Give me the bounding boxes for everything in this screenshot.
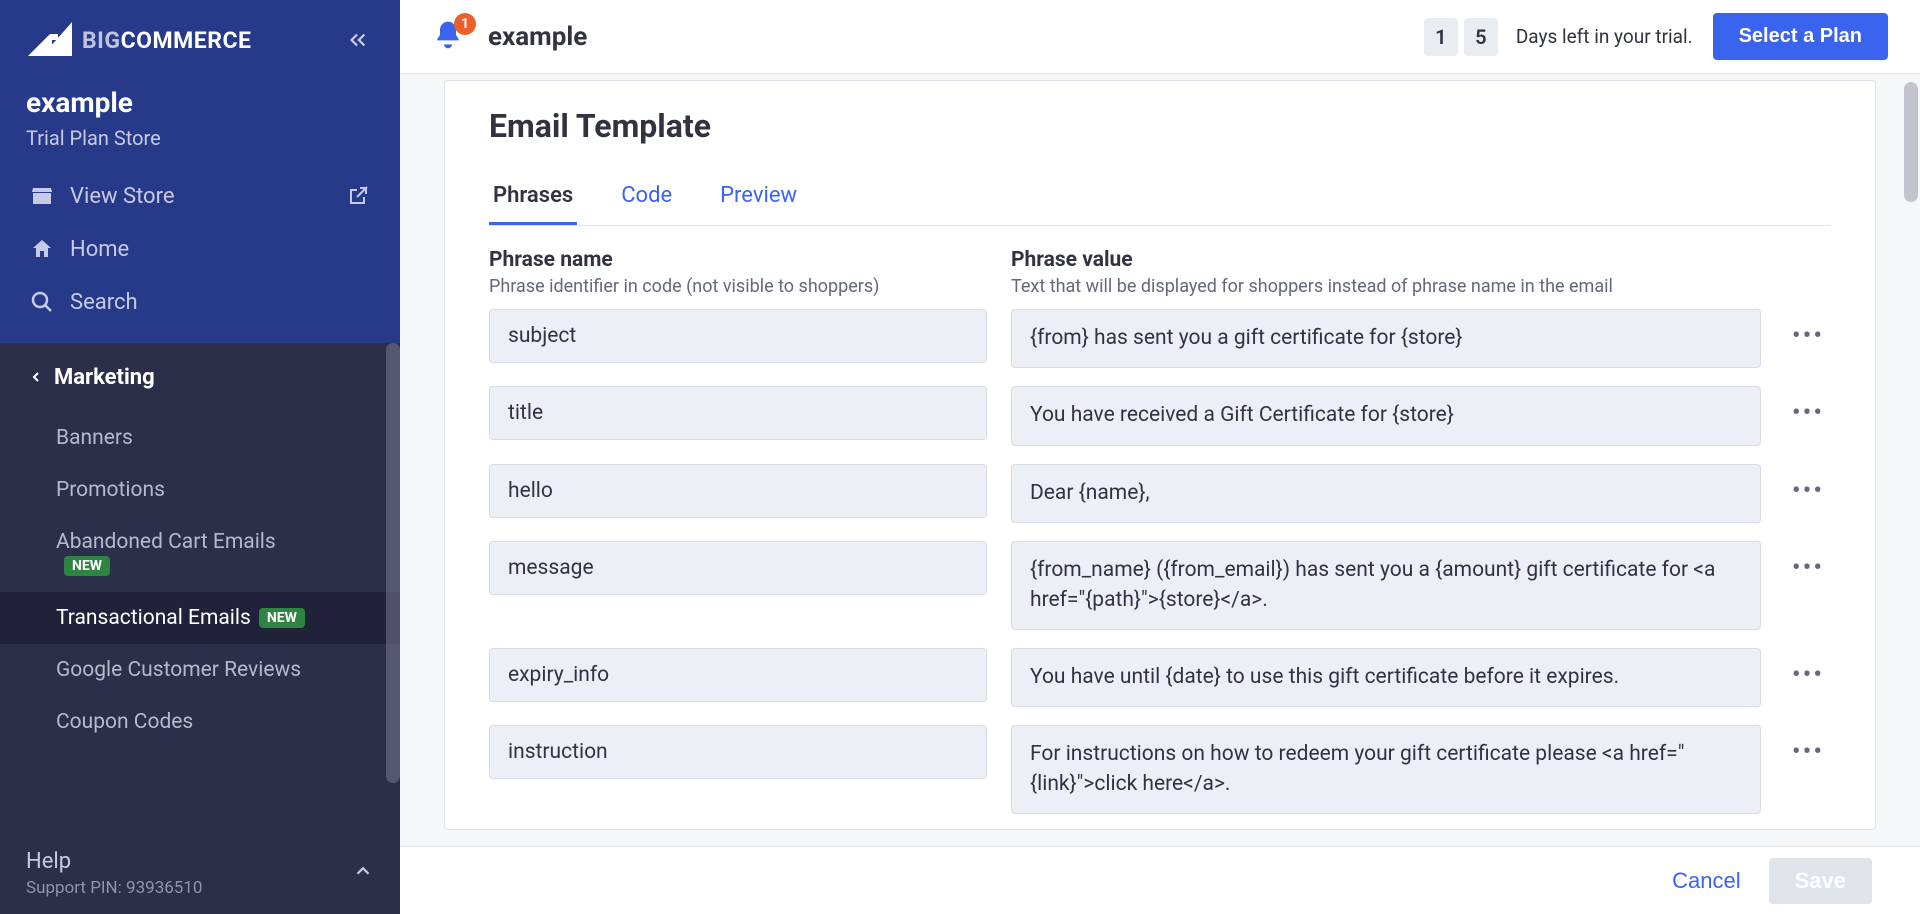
notifications-button[interactable]: 1: [432, 19, 468, 55]
brand-logo[interactable]: BIGCOMMERCE: [26, 22, 251, 58]
sidebar-subitem[interactable]: Banners: [56, 412, 400, 464]
sidebar-subitem[interactable]: Transactional EmailsNEW: [0, 592, 400, 644]
sidebar-subitem[interactable]: Promotions: [56, 464, 400, 516]
panel-footer: Cancel Save: [400, 846, 1920, 914]
select-plan-button[interactable]: Select a Plan: [1713, 13, 1888, 60]
sidebar-help[interactable]: Help Support PIN: 93936510: [0, 833, 400, 914]
topbar: 1 example 1 5 Days left in your trial. S…: [400, 0, 1920, 74]
phrase-row: expiry_info You have until {date} to use …: [489, 648, 1831, 707]
row-actions-button[interactable]: •••: [1785, 541, 1831, 583]
main-area: 1 example 1 5 Days left in your trial. S…: [400, 0, 1920, 914]
phrase-value-input[interactable]: You have until {date} to use this gift c…: [1011, 648, 1761, 707]
collapse-sidebar-button[interactable]: [342, 24, 374, 56]
sidebar-subitem[interactable]: Coupon Codes: [56, 696, 400, 748]
sidebar-item-view-store[interactable]: View Store: [26, 170, 374, 223]
chevron-double-left-icon: [347, 29, 369, 51]
row-actions-button[interactable]: •••: [1785, 309, 1831, 351]
chevron-left-icon: [28, 369, 44, 385]
content-wrap: Email Template Phrases Code Preview Phra…: [400, 74, 1920, 914]
phrase-value-input[interactable]: {from_name} ({from_email}) has sent you …: [1011, 541, 1761, 630]
phrase-value-input[interactable]: For instructions on how to redeem your g…: [1011, 725, 1761, 814]
trial-days-indicator: 1 5 Days left in your trial.: [1424, 18, 1693, 56]
phrase-row: instruction For instructions on how to re…: [489, 725, 1831, 814]
phrase-value-input[interactable]: {from} has sent you a gift certificate f…: [1011, 309, 1761, 368]
sidebar-item-search[interactable]: Search: [26, 276, 374, 329]
row-actions-button[interactable]: •••: [1785, 725, 1831, 767]
row-actions-button[interactable]: •••: [1785, 648, 1831, 690]
phrase-row: message {from_name} ({from_email}) has se…: [489, 541, 1831, 630]
sidebar-subitem[interactable]: Google Customer Reviews: [56, 644, 400, 696]
home-icon: [30, 237, 54, 261]
trial-day-digit: 5: [1464, 18, 1498, 56]
new-badge: NEW: [64, 556, 110, 576]
sidebar-top: BIGCOMMERCE example Trial Plan Store Vie…: [0, 0, 400, 343]
chevron-up-icon: [352, 860, 374, 888]
tablist: Phrases Code Preview: [489, 169, 1831, 226]
sidebar-section: Marketing BannersPromotionsAbandoned Car…: [0, 343, 400, 914]
phrase-name-input[interactable]: expiry_info: [489, 648, 987, 702]
cancel-button[interactable]: Cancel: [1672, 868, 1740, 894]
sidebar-subitem[interactable]: Abandoned Cart EmailsNEW: [56, 516, 400, 592]
brand-mark-icon: [26, 22, 74, 58]
row-actions-button[interactable]: •••: [1785, 386, 1831, 428]
sidebar-scrollbar[interactable]: [386, 343, 400, 783]
page-breadcrumb-title: example: [488, 22, 587, 52]
phrase-value-input[interactable]: Dear {name},: [1011, 464, 1761, 523]
phrase-name-input[interactable]: instruction: [489, 725, 987, 779]
trial-day-digit: 1: [1424, 18, 1458, 56]
row-actions-button[interactable]: •••: [1785, 464, 1831, 506]
storefront-icon: [30, 184, 54, 208]
store-plan-label: Trial Plan Store: [26, 126, 374, 150]
phrase-name-input[interactable]: hello: [489, 464, 987, 518]
phrase-name-input[interactable]: title: [489, 386, 987, 440]
phrase-row: title You have received a Gift Certificat…: [489, 386, 1831, 445]
phrase-row: subject {from} has sent you a gift certif…: [489, 309, 1831, 368]
panel-title: Email Template: [489, 107, 1831, 145]
content-scrollbar[interactable]: [1904, 82, 1918, 202]
external-link-icon: [346, 184, 370, 208]
search-icon: [30, 290, 54, 314]
phrase-name-input[interactable]: subject: [489, 309, 987, 363]
sidebar: BIGCOMMERCE example Trial Plan Store Vie…: [0, 0, 400, 914]
phrase-row: hello Dear {name}, •••: [489, 464, 1831, 523]
tab-code[interactable]: Code: [617, 169, 676, 225]
phrase-name-input[interactable]: message: [489, 541, 987, 595]
tab-phrases[interactable]: Phrases: [489, 169, 577, 225]
store-name: example: [26, 86, 374, 120]
new-badge: NEW: [259, 608, 305, 628]
phrase-value-input[interactable]: You have received a Gift Certificate for…: [1011, 386, 1761, 445]
email-template-panel: Email Template Phrases Code Preview Phra…: [444, 80, 1876, 830]
col-phrase-value-hint: Text that will be displayed for shoppers…: [1011, 276, 1831, 297]
sidebar-item-home[interactable]: Home: [26, 223, 374, 276]
col-phrase-value-header: Phrase value: [1011, 248, 1831, 272]
save-button[interactable]: Save: [1769, 858, 1872, 904]
tab-preview[interactable]: Preview: [716, 169, 801, 225]
notification-badge: 1: [454, 13, 476, 35]
col-phrase-name-header: Phrase name: [489, 248, 987, 272]
sidebar-section-header[interactable]: Marketing: [0, 343, 400, 412]
col-phrase-name-hint: Phrase identifier in code (not visible t…: [489, 276, 987, 297]
